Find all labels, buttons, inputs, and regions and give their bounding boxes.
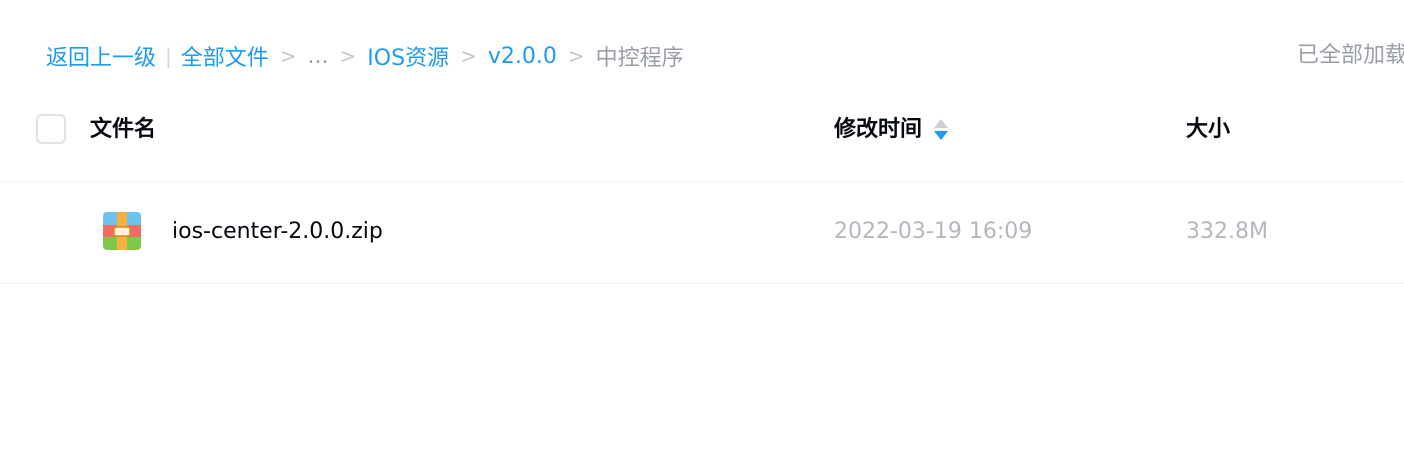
column-header-name[interactable]: 文件名 [90, 100, 156, 160]
chevron-right-icon: > [339, 44, 357, 68]
load-status-text: 已全部加载 [1297, 43, 1404, 68]
column-header-size[interactable]: 大小 [1186, 100, 1230, 160]
chevron-right-icon: > [460, 44, 477, 68]
breadcrumb: 返回上一级 | 全部文件 > ... > IOS资源 > v2.0.0 > 中控… [46, 38, 684, 74]
chevron-right-icon: > [567, 44, 585, 68]
sort-icon[interactable] [934, 119, 949, 141]
breadcrumb-ellipsis[interactable]: ... [308, 44, 329, 69]
row-divider [0, 283, 1404, 284]
zip-archive-icon [103, 212, 141, 250]
breadcrumb-item-ios-resources[interactable]: IOS资源 [367, 40, 449, 72]
file-modified-time: 2022-03-19 16:09 [834, 219, 1033, 244]
table-row[interactable]: ios-center-2.0.0.zip 2022-03-19 16:09 33… [0, 182, 1404, 282]
sort-ascending-icon [934, 119, 949, 128]
breadcrumb-item-all-files[interactable]: 全部文件 [181, 40, 269, 72]
breadcrumb-item-version[interactable]: v2.0.0 [488, 44, 557, 69]
select-all-checkbox[interactable] [36, 114, 66, 144]
back-link[interactable]: 返回上一级 [46, 40, 156, 72]
breadcrumb-divider: | [165, 44, 172, 68]
breadcrumb-current: 中控程序 [595, 46, 684, 71]
table-header: 文件名 修改时间 大小 [0, 100, 1404, 160]
column-header-mtime-label: 修改时间 [834, 117, 923, 142]
file-name[interactable]: ios-center-2.0.0.zip [172, 212, 383, 252]
file-size: 332.8M [1186, 219, 1268, 244]
file-browser-page: 返回上一级 | 全部文件 > ... > IOS资源 > v2.0.0 > 中控… [0, 0, 1404, 458]
column-header-mtime[interactable]: 修改时间 [834, 100, 949, 160]
sort-descending-icon [934, 131, 949, 140]
chevron-right-icon: > [279, 44, 297, 68]
